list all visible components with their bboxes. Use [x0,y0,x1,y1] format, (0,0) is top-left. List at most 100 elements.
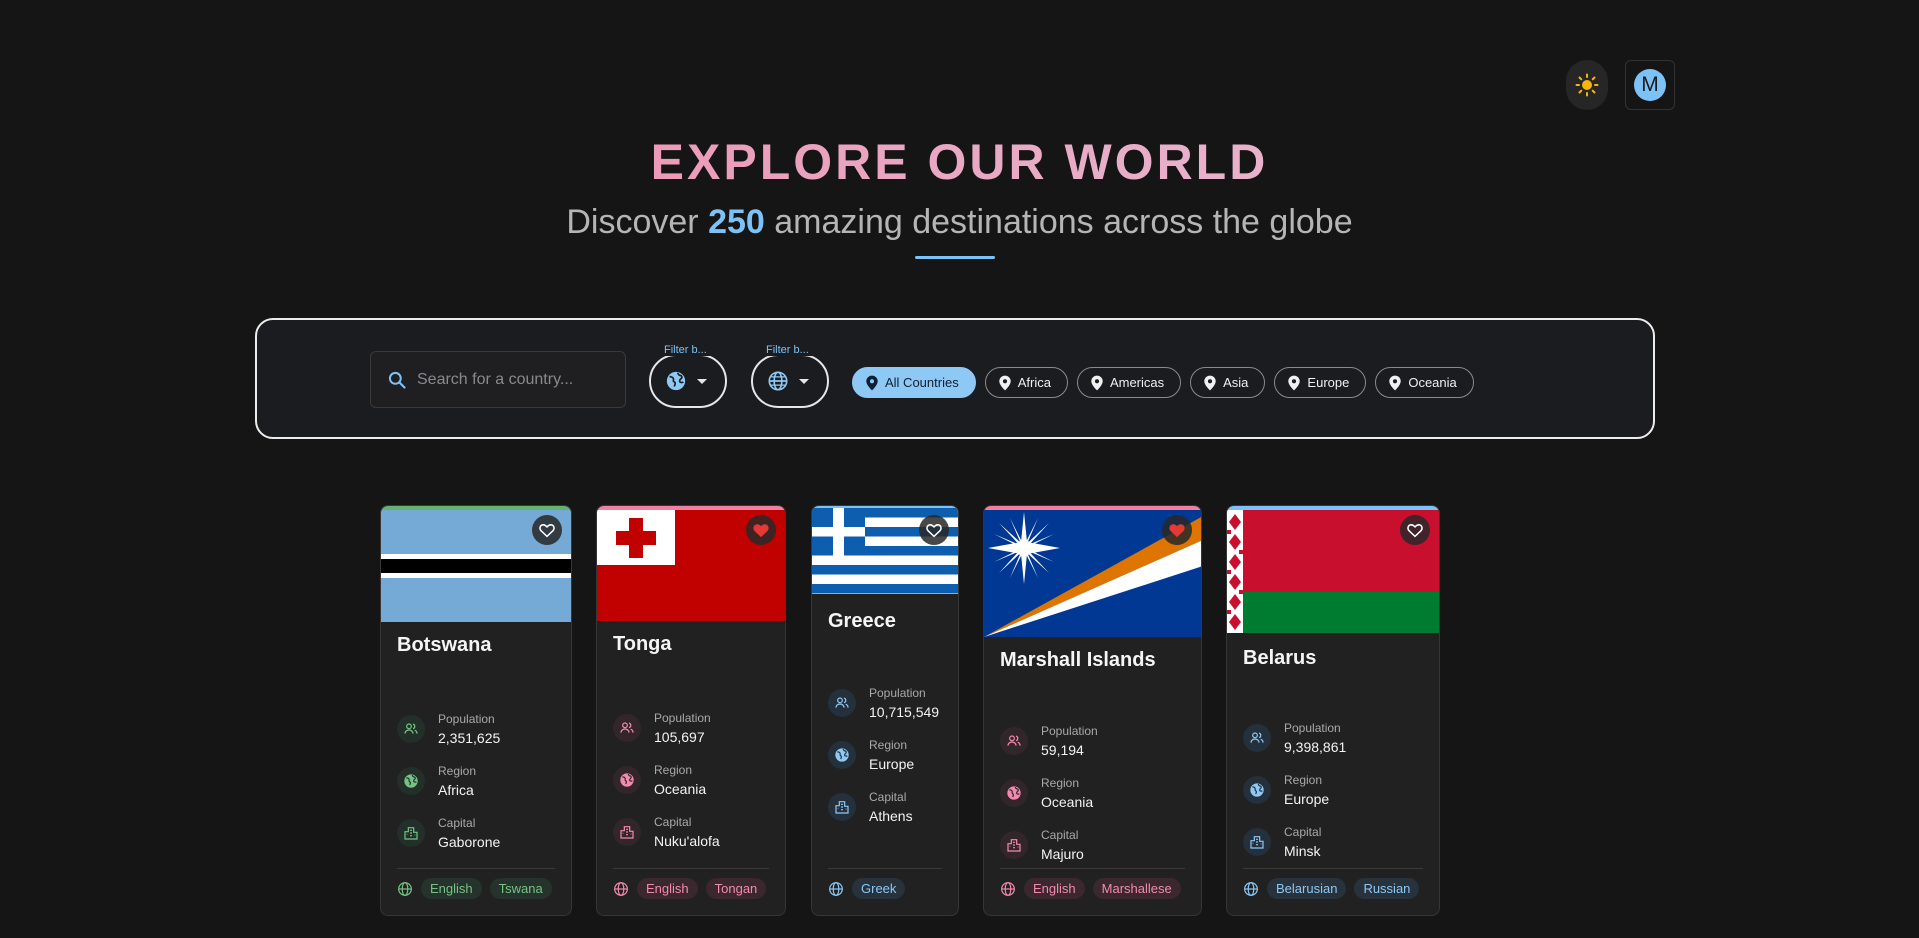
heart-outline-icon [926,524,942,538]
language-chip: Tswana [489,878,552,899]
population-value: 10,715,549 [869,704,940,720]
heart-outline-icon [1407,524,1423,538]
population-value: 59,194 [1041,742,1084,758]
favorite-button[interactable] [1400,515,1430,545]
region-chip-label: Asia [1223,375,1249,390]
region-chip-all-countries[interactable]: All Countries [852,367,976,398]
search-box[interactable] [370,351,626,408]
country-card-tonga[interactable]: Tonga Population 105,697 Region Oceania Ca… [596,505,786,916]
region-chip-label: Americas [1109,375,1165,390]
country-name: Botswana [397,634,492,656]
subtitle-prefix: Discover [566,203,709,241]
languages-row: Belarusian Russian [1243,878,1420,899]
country-card-belarus[interactable]: Belarus Population 9,398,861 Region Europe… [1226,505,1440,916]
chevron-down-icon [799,378,809,384]
capital-value: Majuro [1041,846,1084,862]
language-chip: English [421,878,482,899]
location-pin-icon [1287,375,1301,391]
region-stat: Region Europe [828,738,914,775]
capital-label: Capital [654,815,692,829]
region-label: Region [1284,773,1323,787]
population-label: Population [1041,724,1098,738]
region-label: Region [654,763,693,777]
region-chip-americas[interactable]: Americas [1076,367,1182,398]
country-card-greece[interactable]: Greece Population 10,715,549 Region Europe… [811,505,959,916]
region-chip-label: Africa [1017,375,1051,390]
card-divider [397,868,555,869]
favorite-button[interactable] [746,515,776,545]
language-chip: Tongan [705,878,767,899]
filter-select-1[interactable]: Filter b... [649,344,727,408]
theme-toggle-button[interactable] [1566,60,1608,110]
region-value: Europe [1284,791,1330,807]
region-value: Oceania [654,781,707,797]
language-icon [614,881,628,896]
sun-icon [1575,73,1599,97]
population-value: 105,697 [654,729,705,745]
heart-filled-icon [753,524,769,538]
region-stat: Region Oceania [613,763,706,800]
chevron-down-icon [697,378,707,384]
filter-select-2[interactable]: Filter b... [751,344,829,408]
region-globe-icon [1243,776,1271,804]
population-icon [613,714,641,742]
capital-label: Capital [1284,825,1322,839]
location-pin-icon [1090,375,1104,391]
page-title: EXPLORE OUR WORLD [0,134,1919,190]
region-chips: All Countries Africa Americas Asia Europe Oce… [852,367,1474,398]
location-pin-icon [1203,375,1217,391]
card-divider [613,868,769,869]
region-value: Europe [869,756,915,772]
globe-filled-icon [666,371,686,391]
population-stat: Population 9,398,861 [1243,721,1346,758]
languages-row: Greek [828,878,906,899]
favorite-button[interactable] [532,515,562,545]
language-icon [829,881,843,896]
capital-building-icon [613,818,641,846]
user-menu-button[interactable]: M [1625,60,1675,110]
capital-stat: Capital Nuku'alofa [613,815,720,852]
favorite-button[interactable] [919,515,949,545]
region-chip-africa[interactable]: Africa [984,367,1068,398]
region-label: Region [869,738,908,752]
region-chip-label: All Countries [885,375,959,390]
population-label: Population [1284,721,1341,735]
country-name: Belarus [1243,647,1317,669]
heart-outline-icon [539,524,555,538]
country-card-marshall-islands[interactable]: Marshall Islands Population 59,194 Region… [983,505,1202,916]
languages-row: English Marshallese [1000,878,1181,899]
region-stat: Region Europe [1243,773,1329,810]
population-value: 2,351,625 [438,730,501,746]
language-chip: Russian [1354,878,1420,899]
region-chip-oceania[interactable]: Oceania [1375,367,1474,398]
language-icon [1244,881,1258,896]
title-underline [915,256,995,259]
capital-building-icon [828,793,856,821]
region-value: Africa [438,782,474,798]
card-divider [1000,868,1185,869]
location-pin-icon [865,375,879,391]
capital-stat: Capital Majuro [1000,828,1084,865]
search-input[interactable] [417,370,617,389]
filter-panel: Filter b... Filter b... All Countries Afr… [255,318,1655,439]
population-icon [828,689,856,717]
favorite-button[interactable] [1162,515,1192,545]
capital-stat: Capital Minsk [1243,825,1321,862]
card-divider [828,868,942,869]
language-chip: English [1024,878,1085,899]
language-chip: Belarusian [1267,878,1347,899]
languages-row: English Tongan [613,878,767,899]
population-stat: Population 2,351,625 [397,712,500,749]
region-label: Region [438,764,477,778]
country-count: 250 [708,203,765,241]
population-icon [1000,727,1028,755]
card-divider [1243,868,1423,869]
region-chip-label: Europe [1307,375,1350,390]
country-card-botswana[interactable]: Botswana Population 2,351,625 Region Afric… [380,505,572,916]
capital-building-icon [397,819,425,847]
region-chip-europe[interactable]: Europe [1274,367,1367,398]
region-chip-asia[interactable]: Asia [1190,367,1266,398]
capital-building-icon [1243,828,1271,856]
avatar: M [1634,69,1666,101]
population-icon [1243,724,1271,752]
